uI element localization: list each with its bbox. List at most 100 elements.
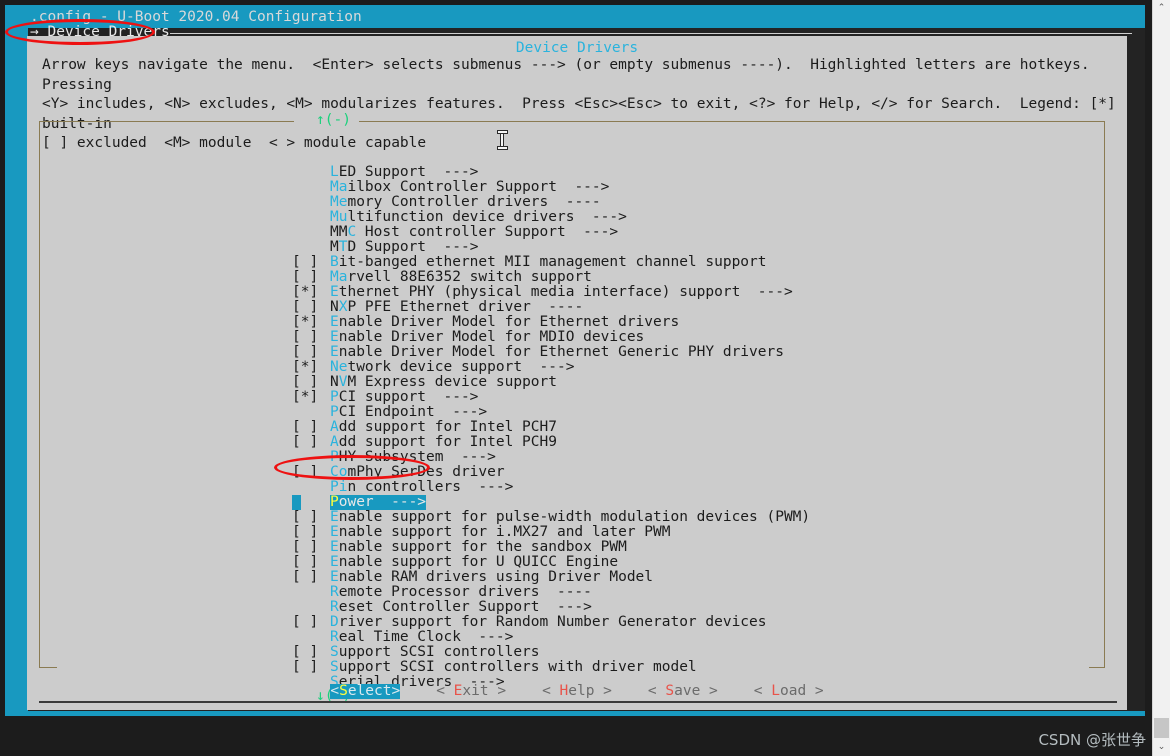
menu-item-hotkey: B <box>330 254 339 270</box>
menu-item[interactable]: [ ] ComPhy SerDes driver <box>292 465 1102 480</box>
menu-item[interactable]: Mailbox Controller Support ---> <box>292 180 1102 195</box>
button-select[interactable]: <Select> <box>330 683 401 699</box>
menu-item-checkbox[interactable]: [*] <box>292 390 330 405</box>
menu-item-checkbox[interactable]: [ ] <box>292 525 330 540</box>
breadcrumb-rule <box>170 33 1132 34</box>
menu-item[interactable]: Multifunction device drivers ---> <box>292 210 1102 225</box>
menu-item[interactable]: [ ] Bit-banged ethernet MII management c… <box>292 255 1102 270</box>
menu-item[interactable]: Reset Controller Support ---> <box>292 600 1102 615</box>
selection-cursor <box>292 495 301 510</box>
menu-item-label: Network device support ---> <box>330 359 575 375</box>
menu-item-hotkey: R <box>330 584 339 600</box>
menu-item[interactable]: MMC Host controller Support ---> <box>292 225 1102 240</box>
menu-item[interactable]: Pin controllers ---> <box>292 480 1102 495</box>
button-exit[interactable]: < Exit > <box>436 684 506 699</box>
menu-item-label: Marvell 88E6352 switch support <box>330 269 592 285</box>
menu-list[interactable]: LED Support ---> Mailbox Controller Supp… <box>292 165 1102 690</box>
menu-item-checkbox[interactable] <box>292 630 330 645</box>
menu-item[interactable]: [ ] Enable Driver Model for MDIO devices <box>292 330 1102 345</box>
menu-item[interactable]: [ ] Enable Driver Model for Ethernet Gen… <box>292 345 1102 360</box>
button-label-rest: oad > <box>779 683 824 699</box>
menu-item[interactable]: [ ] Add support for Intel PCH9 <box>292 435 1102 450</box>
menu-item-hotkey: P <box>330 404 339 420</box>
menu-item-checkbox[interactable]: [ ] <box>292 330 330 345</box>
menu-item-checkbox[interactable]: [ ] <box>292 660 330 675</box>
menu-item[interactable]: PCI Endpoint ---> <box>292 405 1102 420</box>
menu-item-checkbox[interactable]: [ ] <box>292 510 330 525</box>
menu-item-checkbox[interactable]: [ ] <box>292 255 330 270</box>
menu-item-checkbox[interactable] <box>292 195 330 210</box>
menu-item-checkbox[interactable] <box>292 600 330 615</box>
menu-item[interactable]: [ ] Driver support for Random Number Gen… <box>292 615 1102 630</box>
menu-item[interactable]: [ ] Support SCSI controllers <box>292 645 1102 660</box>
menu-item-label: Enable Driver Model for MDIO devices <box>330 329 645 345</box>
menu-item-checkbox[interactable]: [*] <box>292 315 330 330</box>
menu-item-checkbox[interactable] <box>292 585 330 600</box>
menu-item[interactable]: [ ] NXP PFE Ethernet driver ---- <box>292 300 1102 315</box>
menu-item[interactable]: [ ] Enable support for the sandbox PWM <box>292 540 1102 555</box>
menu-item[interactable]: [*] Enable Driver Model for Ethernet dri… <box>292 315 1102 330</box>
menu-item-checkbox[interactable]: [ ] <box>292 345 330 360</box>
menu-item[interactable]: PHY Subsystem ---> <box>292 450 1102 465</box>
menu-item-label: Enable Driver Model for Ethernet Generic… <box>330 344 784 360</box>
menu-item[interactable]: [ ] NVM Express device support <box>292 375 1102 390</box>
menu-item-label: Enable support for the sandbox PWM <box>330 539 627 555</box>
menu-item-label: Multifunction device drivers ---> <box>330 209 627 225</box>
menu-item-checkbox[interactable] <box>292 210 330 225</box>
menu-item[interactable]: [ ] Enable support for i.MX27 and later … <box>292 525 1102 540</box>
menu-item-checkbox[interactable]: [ ] <box>292 465 330 480</box>
page-scrollbar[interactable]: ⌃ ⌄ <box>1152 0 1170 756</box>
menu-item[interactable]: [ ] Enable support for U QUICC Engine <box>292 555 1102 570</box>
scrollbar-thumb[interactable] <box>1154 718 1169 738</box>
button-label-rest: xit > <box>462 683 507 699</box>
menu-item-hotkey: A <box>330 434 339 450</box>
button-label-rest: elect> <box>347 683 401 699</box>
menu-item-checkbox[interactable]: [ ] <box>292 540 330 555</box>
menu-item-checkbox[interactable] <box>292 405 330 420</box>
menu-item[interactable]: LED Support ---> <box>292 165 1102 180</box>
scroll-down-arrow-icon[interactable]: ⌄ <box>1153 739 1170 756</box>
button-help[interactable]: < Help > <box>542 684 612 699</box>
menu-item[interactable]: Real Time Clock ---> <box>292 630 1102 645</box>
button-bar[interactable]: <Select> < Exit > < Help > < Save > < Load > <box>27 684 1127 699</box>
menu-item-checkbox[interactable] <box>292 450 330 465</box>
button-load[interactable]: < Load > <box>754 684 824 699</box>
menu-item[interactable]: Remote Processor drivers ---- <box>292 585 1102 600</box>
menu-item[interactable]: [ ] Support SCSI controllers with driver… <box>292 660 1102 675</box>
menu-item-hotkey: E <box>330 554 339 570</box>
menu-item-label: MMC Host controller Support ---> <box>330 224 619 240</box>
menu-item-checkbox[interactable]: [ ] <box>292 615 330 630</box>
menu-item-checkbox[interactable]: [*] <box>292 285 330 300</box>
menu-item[interactable]: [*] PCI support ---> <box>292 390 1102 405</box>
menu-item-checkbox[interactable]: [ ] <box>292 420 330 435</box>
menu-item-checkbox[interactable]: [ ] <box>292 435 330 450</box>
menu-item-checkbox[interactable]: [*] <box>292 360 330 375</box>
menu-item-checkbox[interactable]: [ ] <box>292 270 330 285</box>
menu-item-checkbox[interactable] <box>292 165 330 180</box>
menu-item[interactable]: [ ] Enable support for pulse-width modul… <box>292 510 1102 525</box>
menu-item-checkbox[interactable] <box>292 180 330 195</box>
menu-item[interactable]: MTD Support ---> <box>292 240 1102 255</box>
menu-item[interactable]: Memory Controller drivers ---- <box>292 195 1102 210</box>
menu-item-checkbox[interactable]: [ ] <box>292 300 330 315</box>
menu-item[interactable]: [ ] Add support for Intel PCH7 <box>292 420 1102 435</box>
menu-item-checkbox[interactable] <box>292 240 330 255</box>
scroll-up-arrow-icon[interactable]: ⌃ <box>1153 0 1170 17</box>
menu-item[interactable]: [ ] Enable RAM drivers using Driver Mode… <box>292 570 1102 585</box>
menu-item-label: Driver support for Random Number Generat… <box>330 614 767 630</box>
menu-item-checkbox[interactable]: [ ] <box>292 645 330 660</box>
menu-item-checkbox[interactable] <box>292 225 330 240</box>
menu-item-label: MTD Support ---> <box>330 239 479 255</box>
menu-item-hotkey: P <box>330 494 339 510</box>
menu-item-checkbox[interactable]: [ ] <box>292 570 330 585</box>
menu-item-label: Enable support for pulse-width modulatio… <box>330 509 811 525</box>
menu-item[interactable]: [ ] Marvell 88E6352 switch support <box>292 270 1102 285</box>
menu-item[interactable]: [*] Network device support ---> <box>292 360 1102 375</box>
menu-item[interactable]: [*] Ethernet PHY (physical media interfa… <box>292 285 1102 300</box>
menu-item-checkbox[interactable] <box>292 480 330 495</box>
button-save[interactable]: < Save > <box>648 684 718 699</box>
menu-item[interactable]: Power ---> <box>292 495 1102 510</box>
menu-item-checkbox[interactable]: [ ] <box>292 555 330 570</box>
menu-item-hotkey: C <box>347 224 357 240</box>
menu-item-checkbox[interactable]: [ ] <box>292 375 330 390</box>
